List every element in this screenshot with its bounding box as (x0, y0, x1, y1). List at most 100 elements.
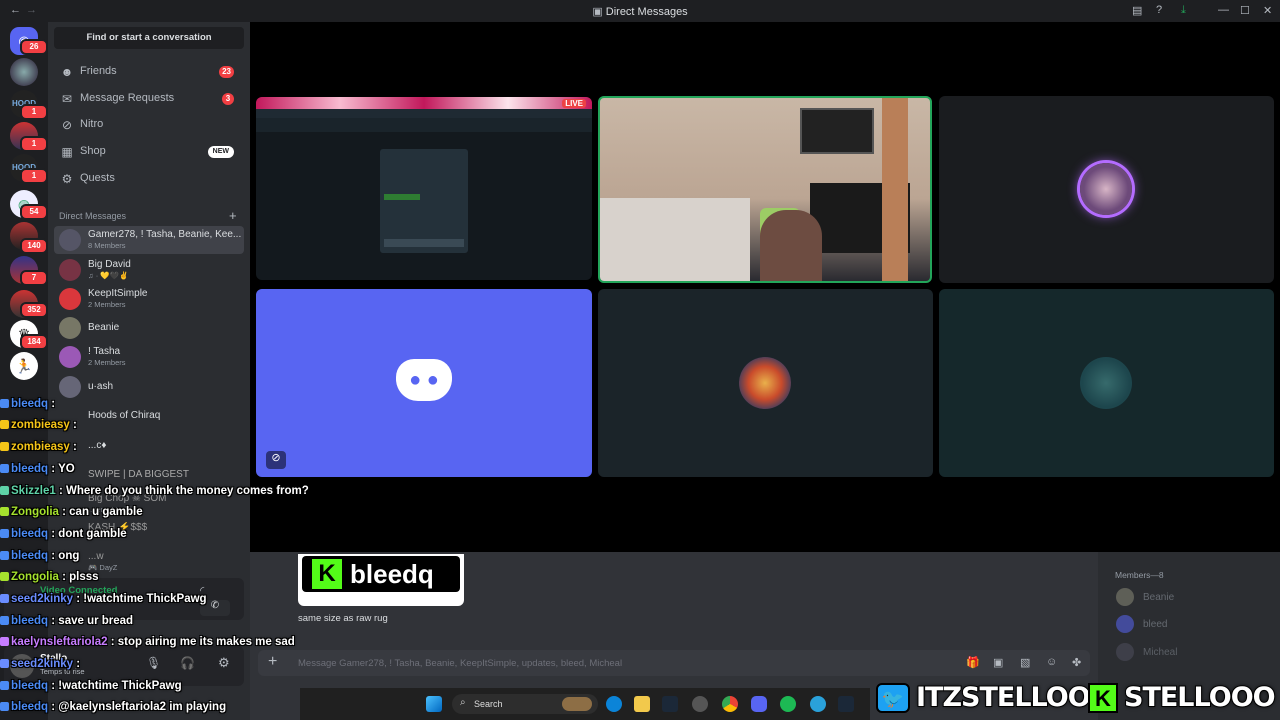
minimize-icon[interactable]: — (1218, 4, 1229, 16)
participant-tile[interactable] (598, 289, 933, 477)
chat-username: zombieasy (11, 441, 70, 453)
image-text: bleedq (350, 559, 434, 589)
avatar (59, 229, 81, 251)
window-title: ▣ Direct Messages (592, 6, 688, 18)
chat-username: zombieasy (11, 419, 70, 431)
guild-badge: 352 (20, 302, 48, 318)
stream-chat-line: zombieasy : (0, 441, 77, 459)
chat-separator: : (48, 463, 59, 475)
spotify-icon[interactable] (780, 696, 796, 712)
nav-label: Nitro (80, 118, 104, 130)
dm-name: u·ash (88, 381, 114, 392)
gif-icon[interactable]: ▣ (993, 656, 1003, 669)
steam-icon[interactable] (838, 696, 854, 712)
chat-message: ong (58, 550, 80, 562)
nav-message-requests[interactable]: ✉ Message Requests 3 (54, 87, 244, 111)
chat-badge-icon (0, 702, 9, 711)
edge-icon[interactable] (606, 696, 622, 712)
chat-separator: : (58, 571, 70, 583)
emoji-icon[interactable]: ☺ (1046, 656, 1057, 668)
stream-chat-line: seed2kinky : !watchtime ThickPawg (0, 593, 207, 611)
chrome-icon[interactable] (722, 696, 738, 712)
server-icon[interactable]: 🏃 (10, 352, 38, 380)
inbox-icon[interactable]: ▤ (1132, 4, 1142, 17)
dm-subtitle: 8 Members (88, 241, 126, 250)
message-placeholder: Message Gamer278, ! Tasha, Beanie, KeepI… (298, 658, 623, 669)
friends-badge: 23 (219, 66, 234, 78)
chat-separator: : (48, 528, 59, 540)
chat-username: bleedq (11, 701, 49, 713)
nav-label: Quests (80, 172, 115, 184)
taskbar: ⌕ Search (300, 688, 870, 720)
screen-share-tile[interactable]: LIVE (256, 97, 592, 280)
site-header (256, 118, 592, 132)
help-icon[interactable]: ? (1156, 4, 1162, 16)
find-conversation-button[interactable]: Find or start a conversation (54, 27, 244, 49)
quests-icon: ⚙ (61, 172, 73, 186)
gift-icon[interactable]: 🎁 (966, 656, 980, 669)
chat-username: bleedq (11, 550, 49, 562)
chat-separator: : (48, 398, 56, 410)
download-icon[interactable]: ⤓ (1181, 4, 1186, 17)
nav-nitro[interactable]: ⊘ Nitro (54, 113, 244, 137)
chat-message: !watchtime ThickPawg (58, 680, 182, 692)
participant-tile[interactable] (939, 96, 1274, 283)
maximize-icon[interactable]: ☐ (1240, 4, 1250, 17)
nav-quests[interactable]: ⚙ Quests (54, 167, 244, 191)
participant-tile[interactable]: ● ● ⊘ (256, 289, 592, 477)
avatar-speaking (1080, 163, 1132, 215)
app-icon[interactable] (692, 696, 708, 712)
guild-badge: 1 (20, 168, 48, 184)
participant-tile[interactable] (939, 289, 1274, 477)
chat-separator: : (48, 615, 59, 627)
twitter-handle: ITZSTELLOO (915, 681, 1092, 714)
dm-item[interactable]: u·ash (54, 373, 244, 401)
member-name: Micheal (1143, 647, 1178, 658)
steam-icon[interactable] (662, 696, 678, 712)
dm-item[interactable]: KeepItSimple 2 Members (54, 285, 244, 313)
dm-item[interactable]: Gamer278, ! Tasha, Beanie, Kee... 8 Memb… (54, 226, 244, 254)
chat-badge-icon (0, 486, 9, 495)
sticker-icon[interactable]: ▧ (1020, 656, 1030, 669)
message-image[interactable]: K bleedq (298, 554, 464, 606)
chat-separator: : (107, 636, 118, 648)
avatar (1116, 643, 1134, 661)
chat-badge-icon (0, 507, 9, 516)
windows-start-icon[interactable] (426, 696, 442, 712)
person (760, 210, 822, 281)
chat-separator: : (69, 419, 77, 431)
webcam-tile[interactable] (598, 96, 932, 283)
kick-handle: STELLOOO (1123, 681, 1277, 714)
chat-message: @kaelynsleftariola2 im playing (58, 701, 227, 713)
shop-icon: ▦ (61, 145, 73, 159)
stream-chat-line: Zongolia : can u gamble (0, 506, 143, 524)
nitro-icon: ⊘ (61, 118, 73, 132)
chat-username: kaelynsleftariola2 (11, 636, 108, 648)
stream-chat-line: bleedq : !watchtime ThickPawg (0, 680, 182, 698)
server-icon[interactable] (10, 58, 38, 86)
chat-username: Zongolia (11, 571, 59, 583)
chat-separator: : (69, 441, 77, 453)
chat-badge-icon (0, 420, 9, 429)
dm-item[interactable]: ! Tasha 2 Members (54, 343, 244, 371)
dm-item[interactable]: Beanie (54, 314, 244, 342)
avatar (1116, 588, 1134, 606)
nav-shop[interactable]: ▦ Shop NEW (54, 140, 244, 164)
message-input[interactable]: + Message Gamer278, ! Tasha, Beanie, Kee… (258, 650, 1090, 676)
stream-chat-line: bleedq : (0, 398, 55, 416)
guild-badge: 26 (20, 39, 48, 55)
members-header: Members—8 (1115, 570, 1164, 580)
stream-chat-line: seed2kinky : (0, 658, 80, 676)
discord-taskbar-icon[interactable] (751, 696, 767, 712)
taskbar-search[interactable]: ⌕ Search (452, 694, 598, 714)
dm-item[interactable]: Big David ♫ · 💛🖤✌ (54, 256, 244, 284)
nav-friends[interactable]: ☻ Friends 23 (54, 60, 244, 84)
file-explorer-icon[interactable] (634, 696, 650, 712)
close-icon[interactable]: ✕ (1263, 4, 1272, 17)
requests-badge: 3 (222, 93, 234, 105)
submit-button (384, 239, 464, 247)
telegram-icon[interactable] (810, 696, 826, 712)
apps-icon[interactable]: ✤ (1072, 656, 1081, 669)
create-dm-plus-icon[interactable]: + (229, 208, 237, 223)
stream-chat-line: bleedq : ong (0, 550, 79, 568)
